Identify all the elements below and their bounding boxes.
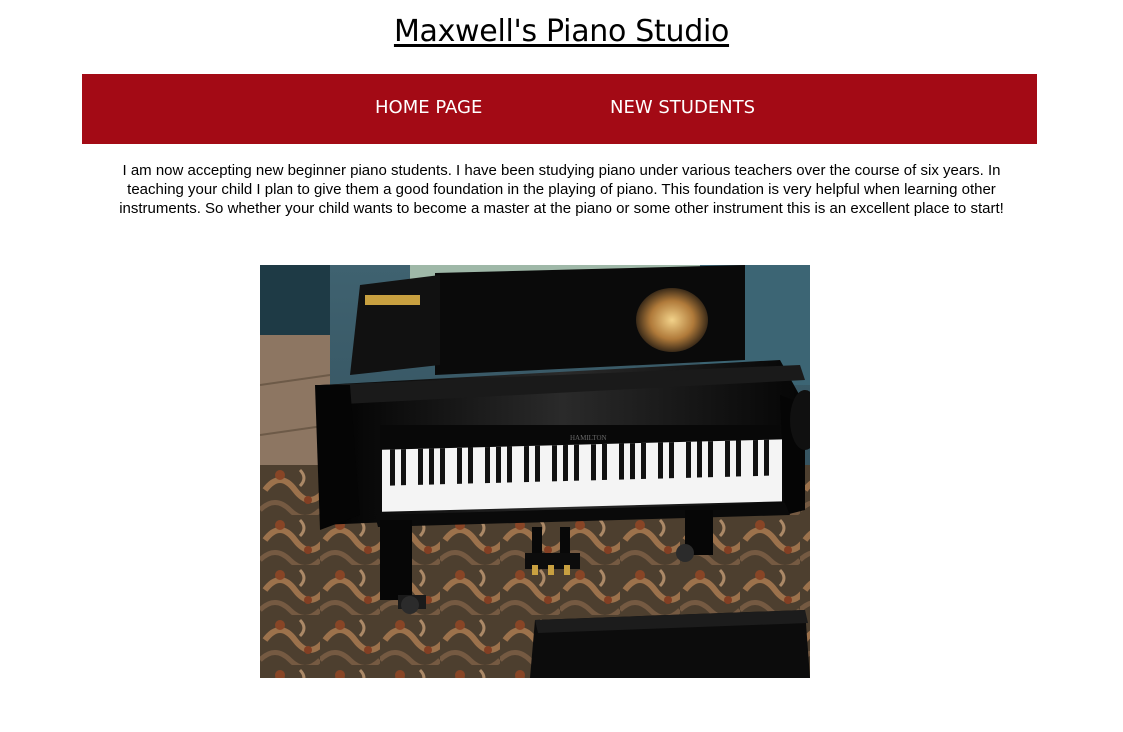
nav-home-page-link[interactable]: HOME PAGE [375, 97, 482, 118]
svg-text:HAMILTON: HAMILTON [570, 434, 607, 442]
page-title: Maxwell's Piano Studio [393, 14, 730, 49]
main-nav: HOME PAGE NEW STUDENTS [82, 74, 1037, 144]
nav-new-students-link[interactable]: NEW STUDENTS [610, 97, 755, 118]
intro-paragraph: I am now accepting new beginner piano st… [119, 162, 1004, 217]
grand-piano-photo: HAMILTON [260, 265, 810, 678]
